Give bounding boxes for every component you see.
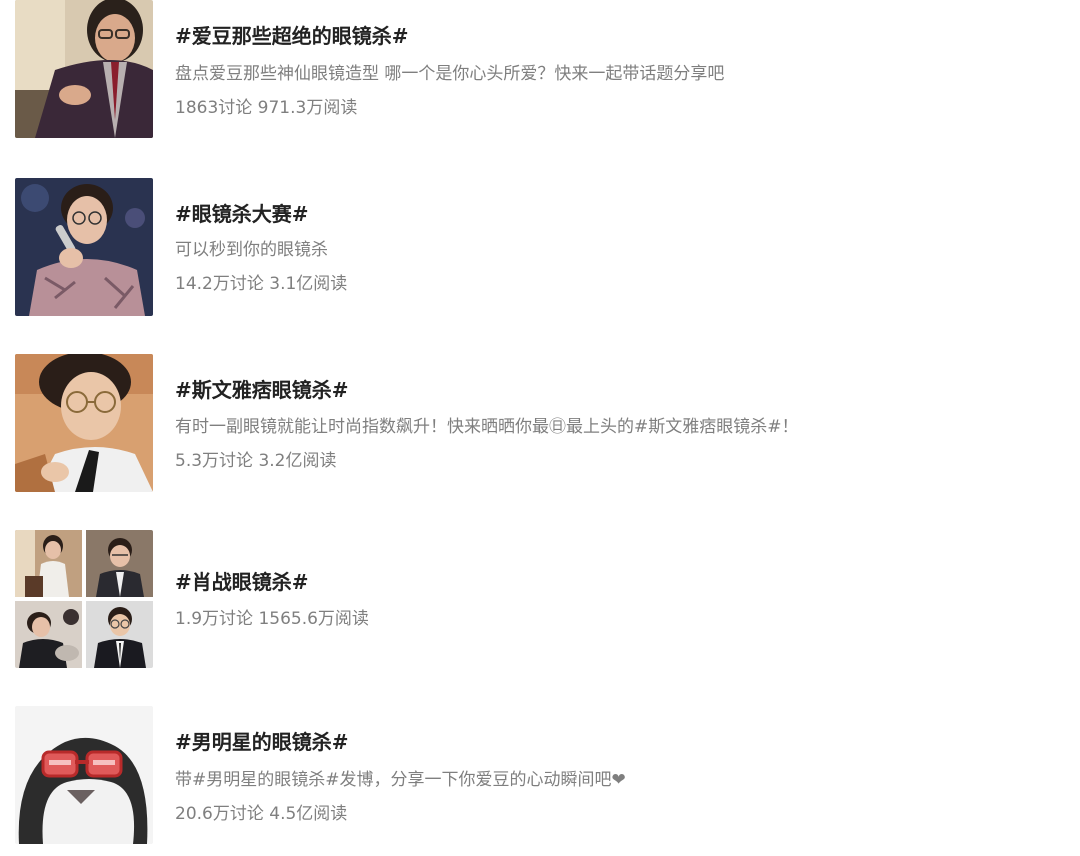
topic-stats: 14.2万讨论 3.1亿阅读 [175, 274, 348, 294]
topic-description: 有时一副眼镜就能让时尚指数飙升！快来晒晒你最㊐最上头的#斯文雅痞眼镜杀#！ [175, 417, 799, 437]
topic-title[interactable]: #斯文雅痞眼镜杀# [175, 378, 1065, 402]
photo-collage [15, 530, 153, 668]
collage-photo [86, 530, 153, 597]
man-with-glasses-image [15, 354, 153, 492]
topic-thumbnail[interactable] [15, 530, 153, 668]
topic-thumbnail[interactable] [15, 706, 153, 844]
topic-stats: 20.6万讨论 4.5亿阅读 [175, 804, 348, 824]
topic-title[interactable]: #男明星的眼镜杀# [175, 730, 1065, 754]
topic-item[interactable]: #眼镜杀大赛# 可以秒到你的眼镜杀 14.2万讨论 3.1亿阅读 [15, 178, 1065, 316]
singer-image [15, 178, 153, 316]
man-in-suit-image [15, 0, 153, 138]
topic-title[interactable]: #肖战眼镜杀# [175, 570, 1065, 594]
topic-thumbnail[interactable] [15, 178, 153, 316]
topic-item[interactable]: #肖战眼镜杀# 1.9万讨论 1565.6万阅读 [15, 530, 1065, 668]
topic-item[interactable]: #爱豆那些超绝的眼镜杀# 盘点爱豆那些神仙眼镜造型 哪一个是你心头所爱？快来一起… [15, 0, 1065, 138]
topic-stats: 1.9万讨论 1565.6万阅读 [175, 609, 369, 629]
topic-description: 可以秒到你的眼镜杀 [175, 240, 328, 260]
collage-photo [86, 601, 153, 668]
topic-title[interactable]: #爱豆那些超绝的眼镜杀# [175, 24, 1065, 48]
topic-stats: 1863讨论 971.3万阅读 [175, 98, 358, 118]
collage-photo [15, 601, 82, 668]
collage-photo [15, 530, 82, 597]
topic-description: 盘点爱豆那些神仙眼镜造型 哪一个是你心头所爱？快来一起带话题分享吧 [175, 64, 725, 84]
topic-thumbnail[interactable] [15, 354, 153, 492]
topic-description: 带#男明星的眼镜杀#发博，分享一下你爱豆的心动瞬间吧❤ [175, 770, 626, 790]
topic-item[interactable]: #男明星的眼镜杀# 带#男明星的眼镜杀#发博，分享一下你爱豆的心动瞬间吧❤ 20… [15, 706, 1065, 844]
topic-stats: 5.3万讨论 3.2亿阅读 [175, 451, 337, 471]
topic-thumbnail[interactable] [15, 0, 153, 138]
topic-item[interactable]: #斯文雅痞眼镜杀# 有时一副眼镜就能让时尚指数飙升！快来晒晒你最㊐最上头的#斯文… [15, 354, 1065, 492]
penguin-with-glasses-image [15, 706, 153, 844]
topic-title[interactable]: #眼镜杀大赛# [175, 202, 1065, 226]
